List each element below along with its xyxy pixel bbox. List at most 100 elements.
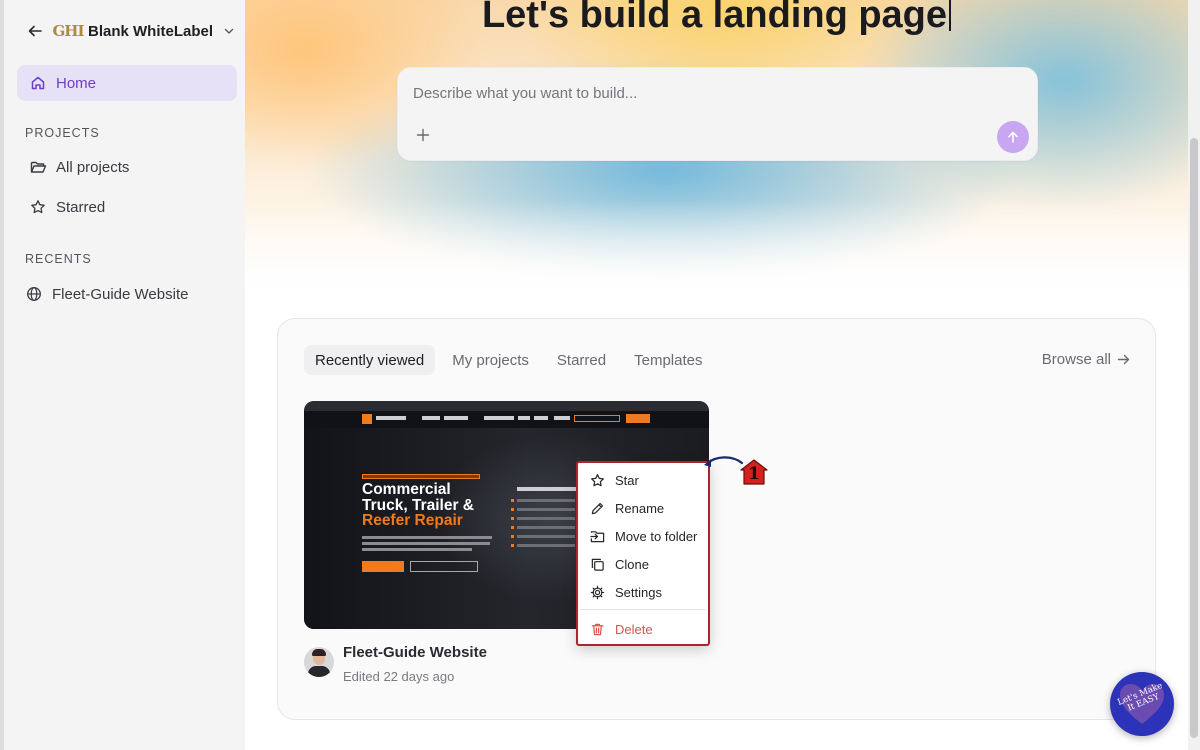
thumbnail-sidebar-row [517,535,575,538]
thumbnail-sidebar-row [517,499,575,502]
thumbnail-nav-cta [574,415,620,422]
send-button[interactable] [997,121,1029,153]
menu-item-label: Move to folder [615,528,698,544]
menu-item-clone[interactable]: Clone [590,553,649,575]
tab-starred[interactable]: Starred [546,345,617,375]
thumbnail-heading-line: Truck, Trailer & [362,496,474,514]
thumbnail-button-secondary [410,561,478,572]
clone-icon [590,556,606,572]
avatar [304,647,334,677]
home-icon [30,74,48,92]
projects-panel: Recently viewed My projects Starred Temp… [277,318,1156,720]
move-to-folder-icon [590,528,606,544]
menu-item-star[interactable]: Star [590,469,639,491]
sidebar-item-home[interactable]: Home [17,65,237,101]
thumbnail-sidebar-dot [511,508,514,511]
sidebar-item-starred[interactable]: Starred [30,195,105,219]
thumbnail-sidebar-dot [511,544,514,547]
thumbnail-sidebar-dot [511,526,514,529]
avatar-hair [312,649,326,656]
sidebar-item-all-projects[interactable]: All projects [30,155,129,179]
browse-all-label: Browse all [1041,351,1111,368]
recents-heading: RECENTS [25,252,92,266]
thumbnail-heading-line: Commercial [362,481,451,498]
sidebar: GHI Blank WhiteLabel Home PROJECTS All p… [0,0,245,750]
thumbnail-topbar [304,401,709,411]
thumbnail-sidebar-row [517,517,575,520]
menu-item-settings[interactable]: Settings [590,581,662,603]
thumbnail-logo [362,414,372,424]
menu-item-label: Rename [615,500,665,516]
thumbnail-sidebar-dot [511,499,514,502]
page-title: Let's build a landing page [245,0,1188,37]
thumbnail-nav-text [422,416,440,420]
page-scrollbar[interactable] [1188,0,1200,750]
menu-item-label: Star [615,472,639,488]
thumbnail-paragraph-line [362,548,472,551]
workspace-logo: GHI [52,22,85,40]
thumbnail-sidebar-dot [511,535,514,538]
tab-my-projects[interactable]: My projects [441,345,540,375]
arrow-up-icon [1008,131,1018,143]
project-context-menu: Star Rename Move to folder Clone Setting… [576,461,710,646]
thumbnail-badge [362,474,480,479]
thumbnail-nav-text [554,416,570,420]
sidebar-item-label: Home [56,74,97,92]
prompt-input[interactable] [413,85,973,102]
avatar-body [308,666,330,677]
gear-icon [590,584,606,600]
workspace-name: Blank WhiteLabel [88,22,214,40]
menu-item-label: Clone [615,556,649,572]
thumbnail-nav-text [518,416,530,420]
project-name[interactable]: Fleet-Guide Website [343,644,487,661]
menu-item-label: Settings [615,584,662,600]
sidebar-item-label: Fleet-Guide Website [52,285,189,303]
sidebar-item-label: Starred [56,198,106,216]
menu-item-move-to-folder[interactable]: Move to folder [590,525,697,547]
sidebar-item-recent-fleet-guide[interactable]: Fleet-Guide Website [26,282,188,306]
thumbnail-sidebar-title [517,487,577,491]
menu-item-delete[interactable]: Delete [590,618,653,640]
star-icon [590,472,606,488]
thumbnail-sidebar-row [517,508,575,511]
text-caret [949,0,952,31]
globe-icon [26,285,44,303]
thumbnail-paragraph-line [362,542,490,545]
folder-open-icon [30,158,48,176]
main-content: Let's build a landing page Recently view… [245,0,1188,750]
arrow-right-icon [1117,353,1131,367]
pencil-icon [590,500,606,516]
menu-item-rename[interactable]: Rename [590,497,664,519]
thumbnail-button-primary [362,561,404,572]
back-arrow-icon[interactable] [24,20,46,42]
chevron-down-icon [223,24,237,38]
thumbnail-nav-text [534,416,548,420]
trash-icon [590,621,606,637]
attach-plus-icon[interactable] [414,126,432,144]
tab-recently-viewed[interactable]: Recently viewed [304,345,436,375]
sidebar-item-label: All projects [56,158,130,176]
menu-item-label: Delete [615,621,653,637]
thumbnail-nav-text [444,416,468,420]
scrollbar-thumb[interactable] [1190,138,1198,738]
thumbnail-nav-button [626,414,650,423]
thumbnail-paragraph-line [362,536,492,539]
workspace-switcher[interactable]: GHI Blank WhiteLabel [24,14,239,48]
thumbnail-heading-line: Reefer Repair [362,512,463,529]
tab-templates[interactable]: Templates [623,345,713,375]
thumbnail-nav-text [376,416,406,420]
browse-all-link[interactable]: Browse all [1042,351,1131,368]
project-tabs: Recently viewed My projects Starred Temp… [304,345,719,375]
star-icon [30,198,48,216]
watermark-badge: Let's Make It EASY [1110,672,1174,736]
thumbnail-sidebar-row [517,526,575,529]
thumbnail-sidebar-dot [511,517,514,520]
thumbnail-sidebar-row [517,544,575,547]
page-title-text: Let's build a landing page [481,0,948,36]
prompt-box [397,67,1038,161]
annotation-step-number: 1 [748,464,760,484]
menu-divider [580,609,706,610]
hero-fade [245,200,1188,310]
project-meta: Edited 22 days ago [343,669,455,684]
thumbnail-nav-text [484,416,514,420]
